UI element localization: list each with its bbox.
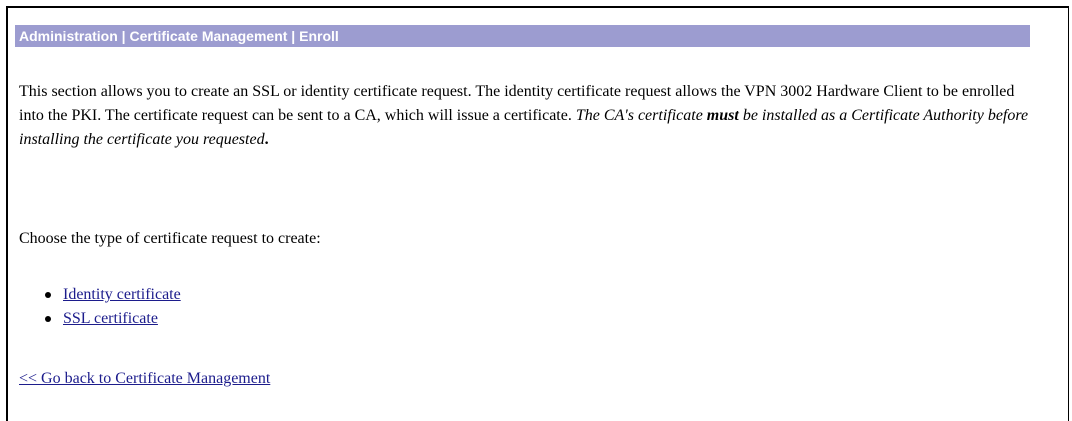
certificate-type-list: Identity certificate SSL certificate xyxy=(19,283,181,331)
description-warning-start: The CA's certificate xyxy=(575,107,703,124)
back-link-container: << Go back to Certificate Management xyxy=(19,369,270,389)
list-item-ssl: SSL certificate xyxy=(19,307,181,331)
page-title-bar: Administration | Certificate Management … xyxy=(15,25,1030,47)
back-to-certificate-management-link[interactable]: << Go back to Certificate Management xyxy=(19,370,270,387)
description-warning-emphasis: must xyxy=(706,107,739,124)
choose-prompt: Choose the type of certificate request t… xyxy=(19,230,321,247)
ssl-certificate-link[interactable]: SSL certificate xyxy=(63,310,158,327)
identity-certificate-link[interactable]: Identity certificate xyxy=(63,286,181,303)
content-frame xyxy=(6,6,1069,421)
bullet-icon xyxy=(45,316,51,322)
description-period: . xyxy=(264,131,269,148)
page-title: Administration | Certificate Management … xyxy=(19,28,339,44)
bullet-icon xyxy=(45,292,51,298)
description-paragraph: This section allows you to create an SSL… xyxy=(19,80,1029,152)
list-item-identity: Identity certificate xyxy=(19,283,181,307)
